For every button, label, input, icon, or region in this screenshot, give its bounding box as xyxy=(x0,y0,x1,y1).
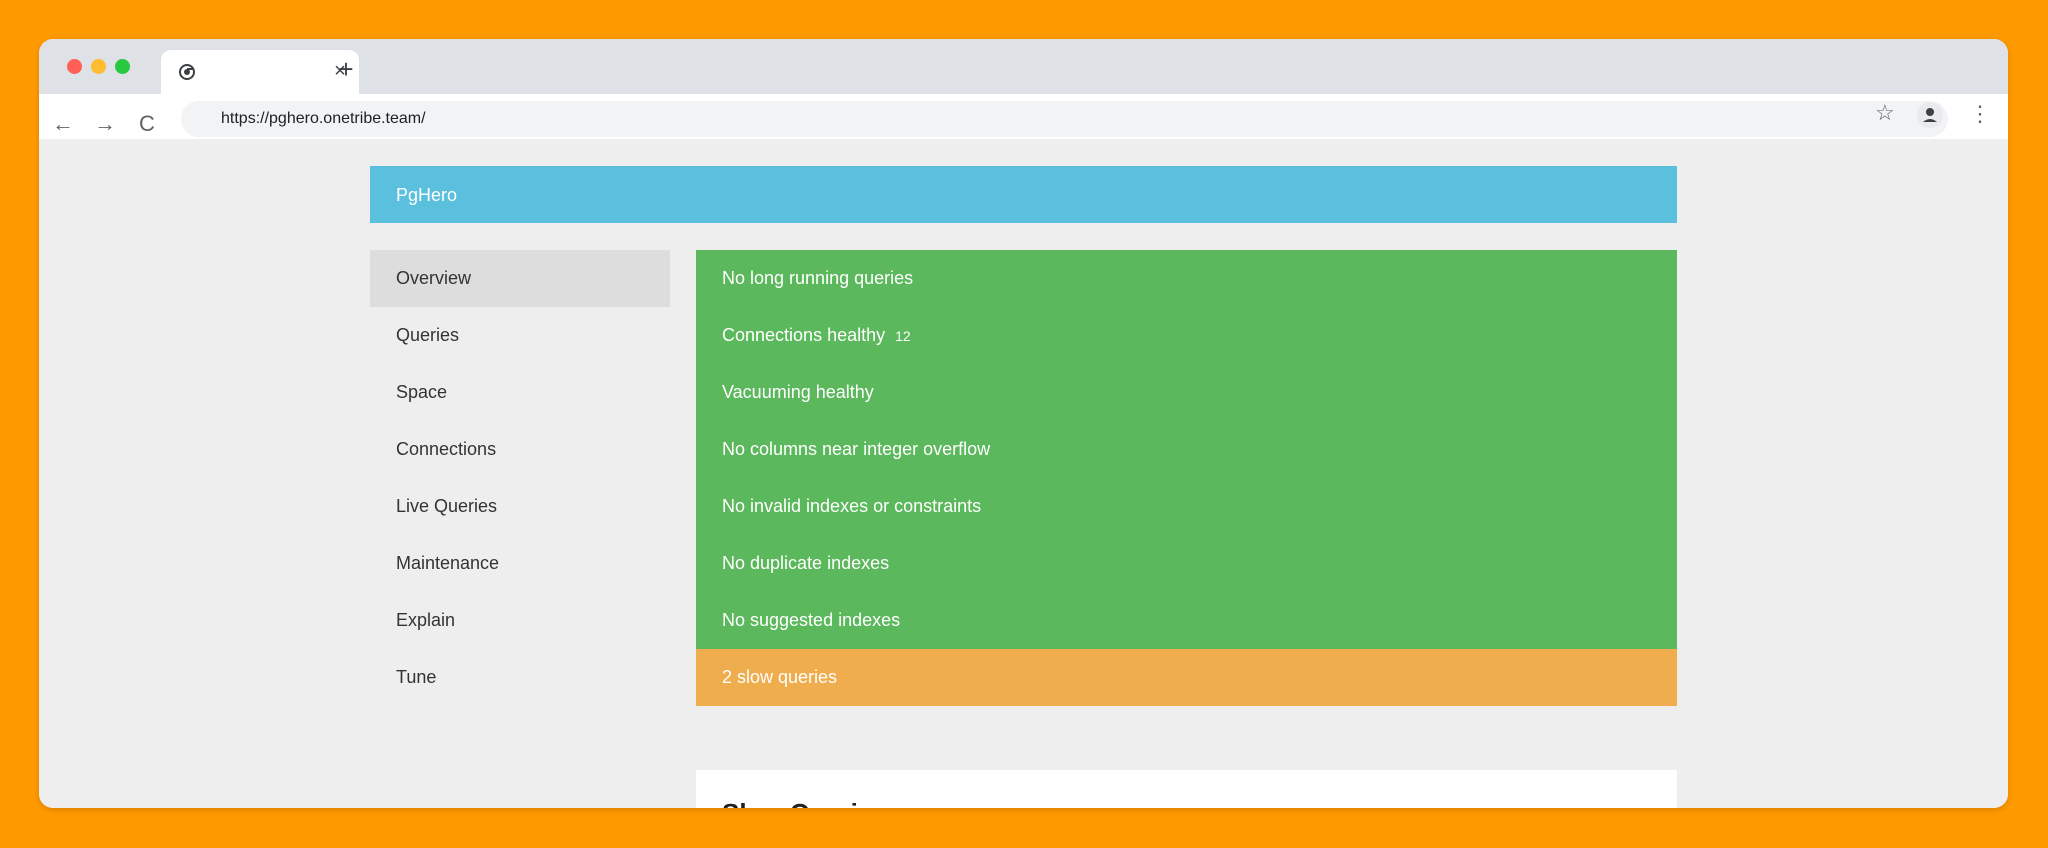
alert-integer-overflow: No columns near integer overflow xyxy=(696,421,1677,478)
alert-slow-queries[interactable]: 2 slow queries xyxy=(696,649,1677,706)
sidebar: Overview Queries Space Connections Live … xyxy=(370,250,670,706)
sidebar-item-space[interactable]: Space xyxy=(370,364,670,421)
alert-text: No invalid indexes or constraints xyxy=(722,496,982,516)
panel-title: Slow Queries xyxy=(722,798,887,808)
alert-long-running-queries: No long running queries xyxy=(696,250,1677,307)
alert-text: No duplicate indexes xyxy=(722,553,890,573)
browser-window: × + ← → C https://pghero.onetribe.team/ … xyxy=(39,39,2008,808)
alert-text: No suggested indexes xyxy=(722,610,901,630)
maximize-window-button[interactable] xyxy=(115,59,130,74)
address-bar[interactable]: https://pghero.onetribe.team/ xyxy=(181,101,1948,137)
connections-count-badge: 12 xyxy=(895,328,911,344)
sidebar-item-overview[interactable]: Overview xyxy=(370,250,670,307)
status-alerts: No long running queries Connections heal… xyxy=(696,250,1677,706)
forward-arrow-icon[interactable]: → xyxy=(93,112,117,136)
alert-suggested-indexes: No suggested indexes xyxy=(696,592,1677,649)
profile-icon[interactable] xyxy=(1917,102,1943,128)
sidebar-item-live-queries[interactable]: Live Queries xyxy=(370,478,670,535)
close-window-button[interactable] xyxy=(67,59,82,74)
pghero-page: PgHero Overview Queries Space Connection… xyxy=(39,139,2008,808)
reload-icon[interactable]: C xyxy=(135,112,159,136)
alert-duplicate-indexes: No duplicate indexes xyxy=(696,535,1677,592)
chrome-icon xyxy=(179,64,195,80)
back-arrow-icon[interactable]: ← xyxy=(51,112,75,136)
more-icon[interactable]: ⋮ xyxy=(1969,101,1991,127)
sidebar-item-maintenance[interactable]: Maintenance xyxy=(370,535,670,592)
sidebar-item-queries[interactable]: Queries xyxy=(370,307,670,364)
alert-text: Connections healthy xyxy=(722,325,886,345)
sidebar-item-connections[interactable]: Connections xyxy=(370,421,670,478)
alert-invalid-indexes: No invalid indexes or constraints xyxy=(696,478,1677,535)
slow-queries-panel: Slow Queries xyxy=(696,770,1677,808)
star-icon[interactable]: ☆ xyxy=(1875,100,1895,126)
url-text[interactable]: https://pghero.onetribe.team/ xyxy=(221,110,426,128)
sidebar-item-tune[interactable]: Tune xyxy=(370,649,670,706)
tab-strip: × + xyxy=(39,39,2008,94)
alert-text: No columns near integer overflow xyxy=(722,439,991,459)
plus-icon[interactable]: + xyxy=(334,56,358,82)
alert-text: Vacuuming healthy xyxy=(722,382,874,402)
browser-tab[interactable]: × xyxy=(161,50,359,94)
alert-vacuuming: Vacuuming healthy xyxy=(696,364,1677,421)
sidebar-item-explain[interactable]: Explain xyxy=(370,592,670,649)
alert-text: 2 slow queries xyxy=(722,667,838,687)
alert-connections: Connections healthy 12 xyxy=(696,307,1677,364)
app-navbar: PgHero xyxy=(370,166,1677,223)
brand-link[interactable]: PgHero xyxy=(396,185,457,206)
alert-text: No long running queries xyxy=(722,268,914,288)
minimize-window-button[interactable] xyxy=(91,59,106,74)
